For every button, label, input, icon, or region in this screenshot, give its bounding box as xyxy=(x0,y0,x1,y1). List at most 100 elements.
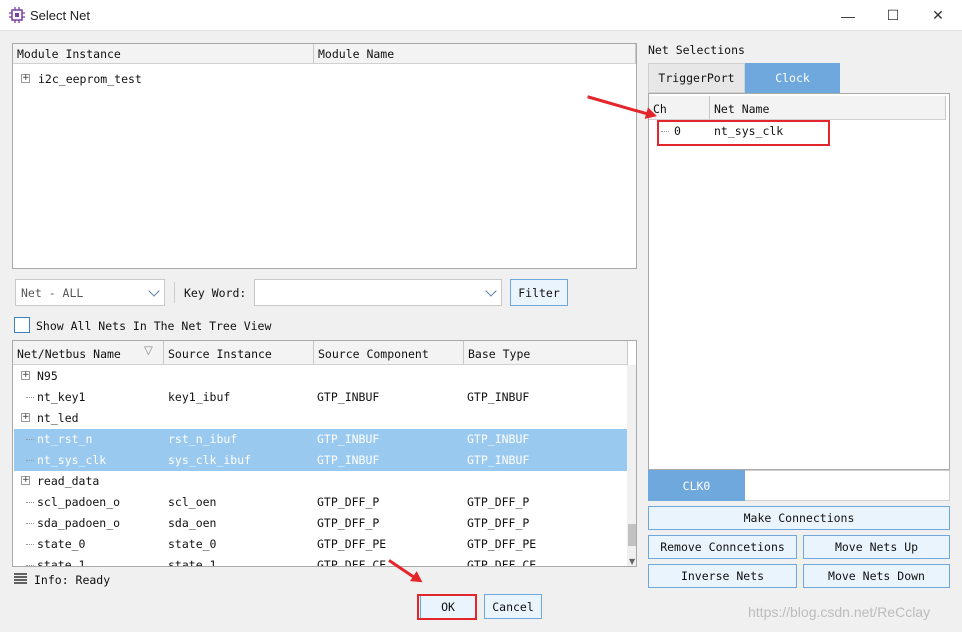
base-type: GTP_DFF_PE xyxy=(467,537,537,551)
tree-connector xyxy=(26,523,34,524)
col-source-instance[interactable]: Source Instance xyxy=(164,341,314,365)
net-name: nt_rst_n xyxy=(37,432,93,446)
source-instance: key1_ibuf xyxy=(168,390,231,404)
show-all-checkbox[interactable] xyxy=(14,317,30,333)
net-name: scl_padoen_o xyxy=(37,495,121,509)
net-row[interactable]: sda_padoen_o sda_oen GTP_DFF_P GTP_DFF_P xyxy=(14,513,628,534)
cancel-button[interactable]: Cancel xyxy=(484,594,542,619)
move-nets-up-button[interactable]: Move Nets Up xyxy=(803,535,950,559)
sort-icon: ▽ xyxy=(144,343,153,357)
net-row[interactable]: scl_padoen_o scl_oen GTP_DFF_P GTP_DFF_P xyxy=(14,492,628,513)
source-instance: sda_oen xyxy=(168,516,217,530)
col-module-instance[interactable]: Module Instance xyxy=(13,44,314,64)
filter-button[interactable]: Filter xyxy=(510,279,568,306)
source-instance: scl_oen xyxy=(168,495,217,509)
source-component: GTP_INBUF xyxy=(317,432,380,446)
tree-connector xyxy=(26,544,34,545)
scrollbar[interactable]: ▼ xyxy=(627,365,636,566)
minimize-button[interactable]: — xyxy=(825,0,871,31)
expand-icon[interactable]: + xyxy=(21,413,30,422)
chevron-down-icon xyxy=(148,285,160,297)
make-connections-button[interactable]: Make Connections xyxy=(648,506,950,530)
source-component: GTP_DFF_P xyxy=(317,516,380,530)
net-selections-label: Net Selections xyxy=(648,43,745,57)
net-row[interactable]: + nt_led xyxy=(14,408,628,429)
source-instance: rst_n_ibuf xyxy=(168,432,238,446)
col-net-name-label: Net/Netbus Name xyxy=(17,347,121,361)
col-source-component[interactable]: Source Component xyxy=(314,341,464,365)
net-row[interactable]: nt_rst_n rst_n_ibuf GTP_INBUF GTP_INBUF xyxy=(14,429,628,450)
net-name: sda_padoen_o xyxy=(37,516,121,530)
module-tree[interactable]: Module Instance Module Name + i2c_eeprom… xyxy=(12,43,637,269)
show-all-label: Show All Nets In The Net Tree View xyxy=(36,319,272,333)
tab-clock[interactable]: Clock xyxy=(745,63,840,93)
net-row[interactable]: state_0 state_0 GTP_DFF_PE GTP_DFF_PE xyxy=(14,534,628,555)
remove-connections-button[interactable]: Remove Conncetions xyxy=(648,535,797,559)
tree-connector xyxy=(26,397,34,398)
net-row[interactable]: state_1 state_1 GTP_DFF_CE GTP_DFF_CE xyxy=(14,555,628,567)
net-name: state_1 xyxy=(37,558,86,567)
net-type-value: Net - ALL xyxy=(21,285,84,300)
source-instance: sys_clk_ibuf xyxy=(168,453,252,467)
col-module-name[interactable]: Module Name xyxy=(314,44,636,64)
base-type: GTP_INBUF xyxy=(467,453,530,467)
source-component: GTP_INBUF xyxy=(317,453,380,467)
tab-clk0[interactable]: CLK0 xyxy=(648,470,745,501)
keyword-label: Key Word: xyxy=(184,286,247,300)
keyword-input[interactable] xyxy=(254,279,502,306)
source-instance: state_1 xyxy=(168,558,217,567)
source-component: GTP_INBUF xyxy=(317,390,380,404)
annotation-box-ok xyxy=(417,594,477,620)
app-icon xyxy=(9,7,25,23)
window-title: Select Net xyxy=(30,8,90,23)
watermark: https://blog.csdn.net/ReCclay xyxy=(748,604,931,620)
tree-connector xyxy=(26,460,34,461)
source-component: GTP_DFF_CE xyxy=(317,558,387,567)
tree-connector xyxy=(26,565,34,566)
net-name: state_0 xyxy=(37,537,86,551)
net-row[interactable]: + N95 xyxy=(14,366,628,387)
net-name: nt_led xyxy=(37,411,79,425)
col-net-name[interactable]: Net Name xyxy=(710,96,946,120)
inverse-nets-button[interactable]: Inverse Nets xyxy=(648,564,797,588)
net-row[interactable]: + read_data xyxy=(14,471,628,492)
expand-icon[interactable]: + xyxy=(21,476,30,485)
move-nets-down-button[interactable]: Move Nets Down xyxy=(803,564,950,588)
base-type: GTP_INBUF xyxy=(467,432,530,446)
net-row[interactable]: nt_key1 key1_ibuf GTP_INBUF GTP_INBUF xyxy=(14,387,628,408)
net-name: N95 xyxy=(37,369,58,383)
base-type: GTP_DFF_P xyxy=(467,495,530,509)
module-instance: i2c_eeprom_test xyxy=(38,72,142,86)
net-selection-list[interactable]: Ch Net Name 0 nt_sys_clk xyxy=(648,93,950,470)
divider xyxy=(174,282,175,303)
net-type-select[interactable]: Net - ALL xyxy=(15,279,165,306)
source-instance: state_0 xyxy=(168,537,217,551)
maximize-button[interactable]: ☐ xyxy=(870,0,916,31)
net-name: read_data xyxy=(37,474,100,488)
col-base-type[interactable]: Base Type xyxy=(464,341,628,365)
col-ch[interactable]: Ch xyxy=(649,96,710,120)
base-type: GTP_DFF_P xyxy=(467,516,530,530)
scroll-down-icon[interactable]: ▼ xyxy=(629,557,635,566)
scrollbar-thumb[interactable] xyxy=(628,524,636,546)
expand-icon[interactable]: + xyxy=(21,74,30,83)
base-type: GTP_DFF_CE xyxy=(467,558,537,567)
title-bar: Select Net — ☐ ✕ xyxy=(0,0,962,31)
status-text: Info: Ready xyxy=(34,573,111,587)
net-row[interactable]: nt_sys_clk sys_clk_ibuf GTP_INBUF GTP_INBUF xyxy=(14,450,628,471)
tree-connector xyxy=(26,439,34,440)
net-table[interactable]: Net/Netbus Name ▽ Source Instance Source… xyxy=(12,340,637,567)
col-net-name[interactable]: Net/Netbus Name ▽ xyxy=(13,341,164,365)
chevron-down-icon xyxy=(485,285,497,297)
info-list-icon xyxy=(14,573,27,584)
base-type: GTP_INBUF xyxy=(467,390,530,404)
expand-icon[interactable]: + xyxy=(21,371,30,380)
source-component: GTP_DFF_PE xyxy=(317,537,387,551)
close-button[interactable]: ✕ xyxy=(915,0,961,31)
tab-triggerport[interactable]: TriggerPort xyxy=(648,63,745,93)
net-name: nt_key1 xyxy=(37,390,86,404)
module-row[interactable]: + i2c_eeprom_test xyxy=(14,69,634,90)
annotation-box-net xyxy=(657,120,830,146)
tree-connector xyxy=(26,502,34,503)
source-component: GTP_DFF_P xyxy=(317,495,380,509)
